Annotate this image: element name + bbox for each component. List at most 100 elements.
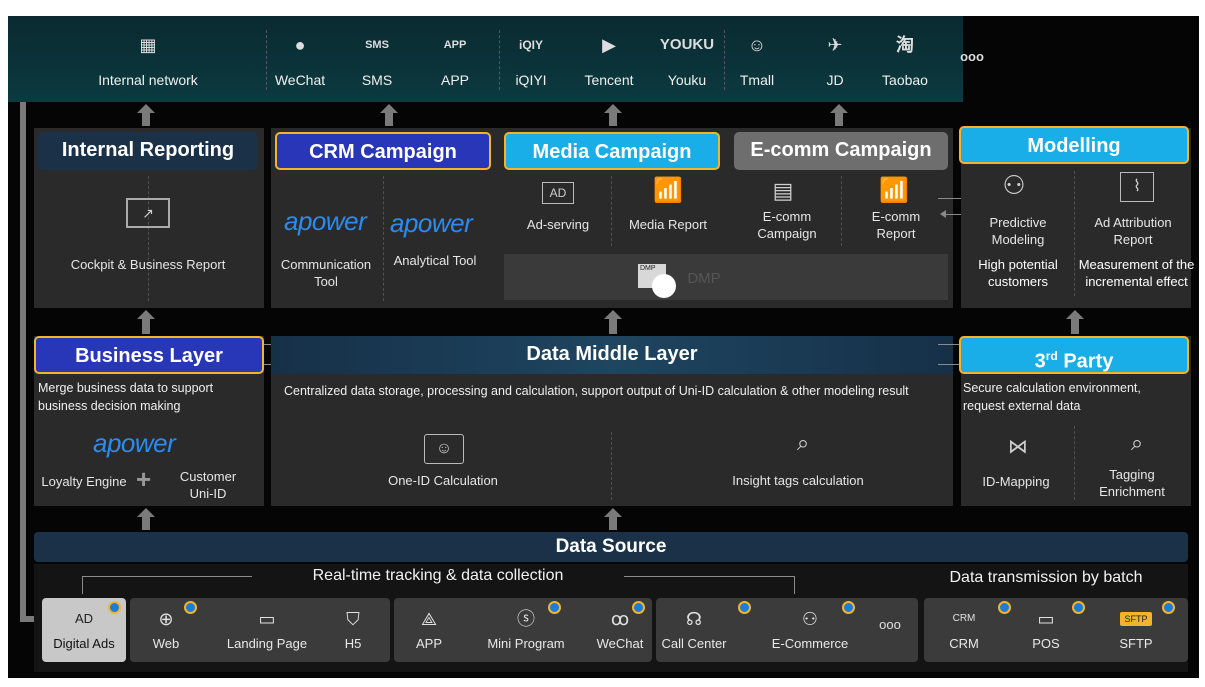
iqiyi-icon: iQIY — [518, 38, 543, 52]
pos-icon: ▭ — [1037, 609, 1055, 629]
id-mapping-label: ID-Mapping — [982, 474, 1050, 489]
business-layer-title: Business Layer — [34, 336, 264, 374]
channel-separator — [724, 30, 725, 90]
third-party-title: 3rd Party — [959, 336, 1189, 374]
tmall-icon: ☺ — [747, 35, 767, 55]
channel-taobao: 淘 Taobao — [870, 16, 940, 102]
up-arrow-stem — [142, 113, 150, 126]
source-h5: ⛉ H5 — [328, 598, 378, 662]
id-card-icon: ☺ — [424, 434, 464, 464]
modelling-title: Modelling — [959, 126, 1189, 164]
status-dot — [1162, 601, 1175, 614]
ad-serving-label: Ad-serving — [526, 217, 590, 232]
realtime-bracket — [82, 576, 83, 594]
plus-icon: + — [136, 464, 152, 494]
status-dot — [184, 601, 197, 614]
up-arrow — [604, 104, 622, 113]
up-arrow-stem — [142, 319, 150, 334]
up-arrow — [604, 508, 622, 517]
channel-iqiyi: iQIY iQIYI — [502, 16, 560, 102]
data-middle-layer-desc: Centralized data storage, processing and… — [284, 384, 909, 398]
shopping-bag-icon: ▤ — [772, 178, 794, 203]
up-arrow — [137, 104, 155, 113]
batch-label: Data transmission by batch — [949, 569, 1143, 586]
divider — [611, 432, 612, 500]
source-crm: CRM CRM — [936, 598, 992, 662]
predictive-modeling-label: Predictive Modeling — [989, 215, 1047, 247]
source-pos: ▭ POS — [1018, 598, 1074, 662]
up-arrow-stem — [609, 319, 617, 334]
data-middle-layer-title: Data Middle Layer — [271, 336, 953, 374]
attribution-chart-icon: ⌇ — [1120, 172, 1154, 202]
channel-more: ooo — [952, 16, 992, 102]
ecomm-campaign-label: E-comm Campaign — [757, 209, 817, 241]
source-landing-page: ▭ Landing Page — [220, 598, 314, 662]
communication-tool-label: Communication Tool — [280, 257, 372, 289]
up-arrow-stem — [385, 113, 393, 126]
status-dot — [842, 601, 855, 614]
loyalty-engine-label: Loyalty Engine — [41, 474, 127, 489]
up-arrow — [1066, 310, 1084, 319]
growth-chart-icon: 📶 — [653, 177, 683, 204]
customer-uni-id-label: Customer Uni-ID — [179, 469, 237, 501]
channel-separator — [266, 30, 267, 90]
ad-icon: AD — [542, 182, 574, 204]
media-campaign-title: Media Campaign — [504, 132, 720, 170]
apower-logo: apower — [93, 428, 176, 458]
internal-reporting-title: Internal Reporting — [38, 132, 258, 170]
youku-icon: YOUKU — [659, 36, 715, 53]
realtime-bracket — [794, 576, 795, 594]
growth-chart-icon: 📶 — [879, 177, 909, 204]
data-source-title: Data Source — [34, 532, 1188, 562]
ecomm-campaign-title: E-comm Campaign — [734, 132, 948, 170]
up-arrow — [380, 104, 398, 113]
divider — [148, 176, 149, 301]
realtime-bracket — [624, 576, 794, 577]
ad-attribution-label: Ad Attribution Report — [1094, 215, 1172, 247]
channel-separator — [499, 30, 500, 90]
source-app: ⟁ APP — [402, 598, 456, 662]
headset-icon: ☊ — [686, 609, 702, 629]
one-id-label: One-ID Calculation — [388, 473, 498, 488]
third-party-desc: Secure calculation environment, request … — [963, 381, 1141, 413]
status-dot — [738, 601, 751, 614]
divider — [841, 176, 842, 246]
id-mapping-icon: ⋈ — [1008, 436, 1028, 458]
cockpit-report-label: Cockpit & Business Report — [70, 257, 226, 272]
more-icon: ooo — [879, 617, 901, 632]
channel-tencent: ▶ Tencent — [574, 16, 644, 102]
realtime-bracket — [82, 576, 252, 577]
source-more: ooo — [868, 598, 912, 662]
up-arrow-stem — [609, 517, 617, 530]
status-dot — [998, 601, 1011, 614]
sftp-folder-icon: SFTP — [1100, 606, 1172, 632]
left-feedback-connector — [20, 66, 26, 622]
connector — [938, 344, 960, 345]
app-icon: APP — [443, 39, 467, 51]
architecture-diagram: ▦ Internal network ● WeChat SMS SMS APP … — [8, 16, 1199, 678]
landing-page-icon: ▭ — [258, 609, 276, 629]
status-dot — [548, 601, 561, 614]
up-arrow — [830, 104, 848, 113]
analytical-tool-label: Analytical Tool — [393, 253, 477, 268]
more-icon: ooo — [960, 49, 984, 64]
jd-icon: ✈ — [827, 35, 843, 55]
crm-campaign-title: CRM Campaign — [275, 132, 491, 170]
channel-youku: YOUKU Youku — [652, 16, 722, 102]
channel-app: APP APP — [426, 16, 484, 102]
dmp-box — [504, 254, 948, 300]
insight-tags-label: Insight tags calculation — [732, 473, 864, 488]
divider — [383, 176, 384, 301]
apower-logo: apower — [284, 206, 367, 236]
crm-icon: CRM — [952, 613, 976, 624]
tencent-icon: ▶ — [602, 35, 616, 55]
taobao-icon: 淘 — [896, 35, 914, 55]
up-arrow-stem — [835, 113, 843, 126]
status-dot — [108, 601, 121, 614]
channel-jd: ✈ JD — [806, 16, 864, 102]
business-layer-desc: Merge business data to support business … — [38, 381, 214, 413]
status-dot — [632, 601, 645, 614]
up-arrow-stem — [1071, 319, 1079, 334]
incremental-effect-label: Measurement of the incremental effect — [1078, 257, 1195, 289]
arrowhead-left — [940, 210, 946, 218]
